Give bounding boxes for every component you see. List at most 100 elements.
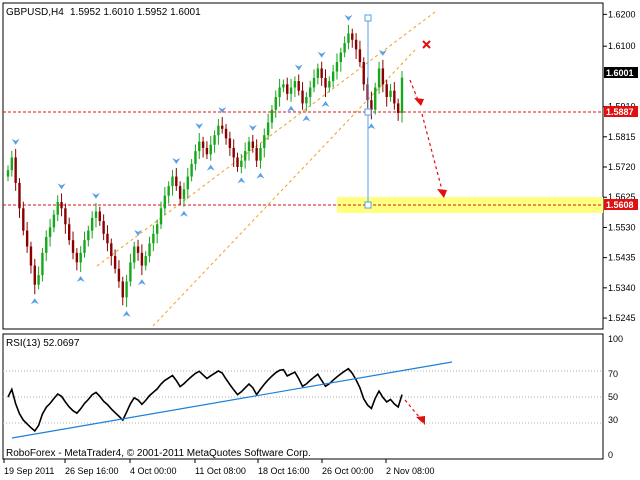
- candle-body: [274, 97, 277, 110]
- candle-body: [347, 33, 350, 43]
- price-tick-label: 1.5720: [608, 162, 636, 172]
- candle-body: [140, 252, 144, 266]
- candle-body: [263, 135, 266, 148]
- rsi-tick-label: 100: [608, 334, 623, 344]
- price-tick-label: 1.5340: [608, 283, 636, 293]
- price-tick-label: 1.5435: [608, 253, 636, 263]
- candle-body: [297, 81, 300, 91]
- candle-body: [240, 160, 243, 167]
- candle-body: [175, 176, 178, 187]
- candle-body: [75, 252, 79, 263]
- svg-text:1.5608: 1.5608: [606, 200, 634, 210]
- candle-body: [370, 100, 373, 110]
- time-tick-label: 11 Oct 08:00: [195, 466, 246, 476]
- candle-body: [56, 201, 59, 215]
- candle-body: [312, 77, 316, 88]
- candle-body: [125, 281, 128, 298]
- candle-body: [48, 227, 52, 237]
- rsi-tick-label: 0: [608, 450, 613, 460]
- candle-body: [201, 141, 205, 148]
- candle-body: [144, 256, 147, 266]
- time-tick-label: 2 Nov 08:00: [386, 466, 435, 476]
- candle-body: [155, 224, 159, 234]
- price-tick-label: 1.6200: [608, 9, 636, 19]
- svg-text:1.6001: 1.6001: [606, 68, 634, 78]
- candle-body: [121, 281, 124, 298]
- candle-body: [286, 84, 289, 94]
- candle-body: [205, 147, 209, 155]
- rsi-tick-label: 50: [608, 392, 618, 402]
- candle-body: [224, 128, 228, 139]
- candle-body: [343, 42, 346, 53]
- rsi-axis: 100 70 50 30 0: [608, 334, 623, 460]
- candle-body: [60, 201, 63, 209]
- candle-body: [37, 275, 40, 285]
- candle-body: [117, 268, 121, 282]
- candle-body: [18, 182, 21, 209]
- candle-body: [400, 77, 404, 113]
- candle-body: [354, 39, 358, 50]
- candle-body: [396, 103, 400, 113]
- copyright-footer: RoboForex - MetaTrader4, © 2001-2011 Met…: [6, 448, 311, 459]
- candle-body: [113, 256, 117, 269]
- candle-body: [259, 147, 262, 161]
- metatrader-chart[interactable]: 1.62001.61001.59101.58151.57201.56251.55…: [0, 0, 640, 480]
- candle-body: [247, 141, 251, 152]
- candle-body: [171, 176, 174, 187]
- candle-body: [301, 90, 304, 104]
- price-tick-label: 1.5530: [608, 222, 636, 232]
- time-tick-label: 18 Oct 16:00: [258, 466, 310, 476]
- candle-body: [163, 195, 167, 209]
- candle-body: [133, 246, 136, 263]
- candle-body: [94, 211, 98, 218]
- candle-body: [221, 125, 224, 129]
- candle-body: [339, 52, 342, 63]
- time-tick-label: 4 Oct 00:00: [130, 466, 177, 476]
- candle-body: [83, 240, 86, 253]
- candle-body: [377, 68, 381, 88]
- candle-body: [374, 87, 377, 110]
- candle-body: [87, 230, 90, 241]
- time-tick-label: 19 Sep 2011: [4, 466, 54, 476]
- candle-body: [331, 71, 335, 82]
- candle-body: [389, 90, 392, 98]
- candle-body: [232, 147, 235, 158]
- candle-body: [79, 252, 82, 263]
- candle-body: [152, 233, 155, 244]
- time-tick-label: 26 Sep 16:00: [65, 466, 119, 476]
- price-tick-label: 1.5815: [608, 132, 636, 142]
- candle-body: [328, 81, 331, 88]
- candle-body: [52, 214, 56, 228]
- candle-body: [136, 246, 140, 253]
- candle-body: [190, 163, 193, 177]
- svg-text:1.5887: 1.5887: [606, 107, 634, 117]
- candle-body: [358, 49, 362, 63]
- candle-body: [129, 262, 132, 282]
- price-axis: 1.62001.61001.59101.58151.57201.56251.55…: [603, 9, 636, 323]
- candle-body: [236, 157, 239, 167]
- candle-body: [6, 170, 10, 177]
- ohlc-label: 1.5952 1.6010 1.5952 1.6001: [70, 7, 201, 18]
- candle-body: [393, 90, 396, 104]
- candle-body: [182, 189, 186, 199]
- candle-body: [305, 97, 308, 104]
- time-axis: 19 Sep 2011 26 Sep 16:00 4 Oct 00:00 11 Oct…: [3, 459, 435, 476]
- candle-body: [110, 243, 113, 257]
- candle-body: [335, 62, 339, 72]
- rsi-tick-label: 70: [608, 369, 618, 379]
- candle-body: [98, 211, 102, 222]
- candle-body: [178, 186, 182, 199]
- time-tick-label: 26 Oct 00:00: [322, 466, 374, 476]
- candle-body: [68, 224, 71, 241]
- candle-body: [33, 265, 36, 285]
- candle-body: [289, 87, 293, 94]
- candle-body: [198, 141, 201, 152]
- candle-body: [45, 236, 48, 253]
- rsi-title: RSI(13) 52.0697: [6, 338, 80, 349]
- candle-body: [362, 62, 365, 85]
- candle-body: [25, 230, 29, 247]
- candle-body: [278, 87, 281, 98]
- price-tick-label: 1.6100: [608, 41, 636, 51]
- candle-body: [266, 122, 270, 136]
- candle-body: [316, 68, 320, 78]
